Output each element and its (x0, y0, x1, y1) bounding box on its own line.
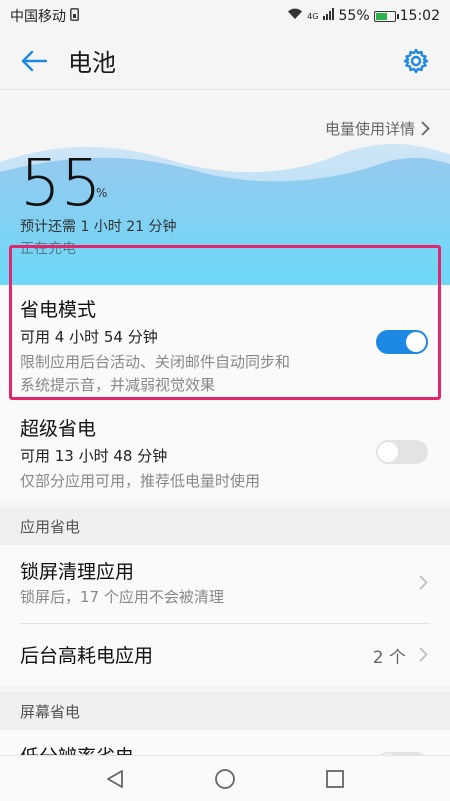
battery-usage-details-link[interactable]: 电量使用详情 (325, 118, 430, 139)
low-resolution-title: 低分辨率省电 (20, 742, 430, 755)
power-saving-desc-line1: 限制应用后台活动、关闭邮件自动同步和 (20, 353, 291, 371)
triangle-back-icon (107, 769, 123, 788)
power-saving-desc: 限制应用后台活动、关闭邮件自动同步和 系统提示音，并减弱视觉效果 (20, 351, 430, 397)
chevron-right-icon (419, 575, 428, 590)
status-bar: 中国移动 4G 55% 15:02 (0, 0, 450, 32)
power-saving-row[interactable]: 省电模式 可用 4 小时 54 分钟 限制应用后台活动、关闭邮件自动同步和 系统… (0, 285, 450, 400)
settings-button[interactable] (400, 45, 432, 77)
app-bar: 电池 (0, 32, 450, 90)
signal-icon (322, 8, 335, 24)
circle-home-icon (215, 768, 235, 789)
battery-usage-details-label: 电量使用详情 (324, 120, 415, 138)
power-saving-desc-line2: 系统提示音，并减弱视觉效果 (20, 376, 216, 394)
wifi-icon (287, 8, 303, 24)
navigation-bar (0, 755, 450, 801)
ultra-saving-toggle[interactable] (376, 440, 428, 464)
page-title: 电池 (68, 49, 116, 77)
battery-percent: 55% (338, 8, 370, 24)
clock: 15:02 (399, 8, 440, 24)
chevron-right-icon (421, 121, 430, 136)
back-button[interactable] (18, 45, 50, 77)
power-saving-toggle[interactable] (376, 330, 428, 354)
nav-recents-button[interactable] (320, 764, 350, 794)
lockscreen-cleanup-desc: 锁屏后，17 个应用不会被清理 (20, 588, 224, 606)
gear-icon (403, 48, 429, 73)
sim-icon (70, 7, 79, 25)
high-drain-apps-count: 2 个 (372, 648, 406, 668)
network-type: 4G (307, 11, 319, 21)
battery-icon (373, 10, 399, 22)
carrier-label: 中国移动 (10, 9, 66, 25)
power-saving-available: 可用 4 小时 54 分钟 (20, 328, 158, 346)
ultra-saving-desc: 仅部分应用可用，推荐低电量时使用 (20, 472, 261, 490)
charging-status: 正在充电 (20, 241, 76, 257)
ultra-saving-available: 可用 13 小时 48 分钟 (20, 447, 168, 465)
back-arrow-icon (21, 50, 47, 71)
ultra-saving-row[interactable]: 超级省电 可用 13 小时 48 分钟 仅部分应用可用，推荐低电量时使用 (0, 400, 450, 500)
battery-estimate: 预计还需 1 小时 21 分钟 (20, 219, 177, 235)
nav-home-button[interactable] (210, 764, 240, 794)
ultra-saving-title: 超级省电 (20, 418, 97, 440)
lockscreen-cleanup-title: 锁屏清理应用 (20, 561, 135, 583)
power-saving-title: 省电模式 (20, 299, 97, 321)
battery-level: 55 (20, 147, 102, 221)
chevron-right-icon (419, 647, 428, 662)
section-header-app-saving: 应用省电 (0, 507, 450, 545)
battery-hero: 电量使用详情 55 % 预计还需 1 小时 21 分钟 正在充电 (0, 90, 450, 285)
high-drain-apps-title: 后台高耗电应用 (20, 645, 154, 667)
nav-back-button[interactable] (100, 764, 130, 794)
low-resolution-row[interactable]: 低分辨率省电 (0, 730, 450, 755)
square-recents-icon (326, 769, 344, 788)
high-drain-apps-row[interactable]: 后台高耗电应用 2 个 (0, 624, 450, 686)
lockscreen-cleanup-row[interactable]: 锁屏清理应用 锁屏后，17 个应用不会被清理 (0, 545, 450, 625)
battery-level-unit: % (96, 186, 108, 200)
section-header-screen-saving: 屏幕省电 (0, 692, 450, 730)
